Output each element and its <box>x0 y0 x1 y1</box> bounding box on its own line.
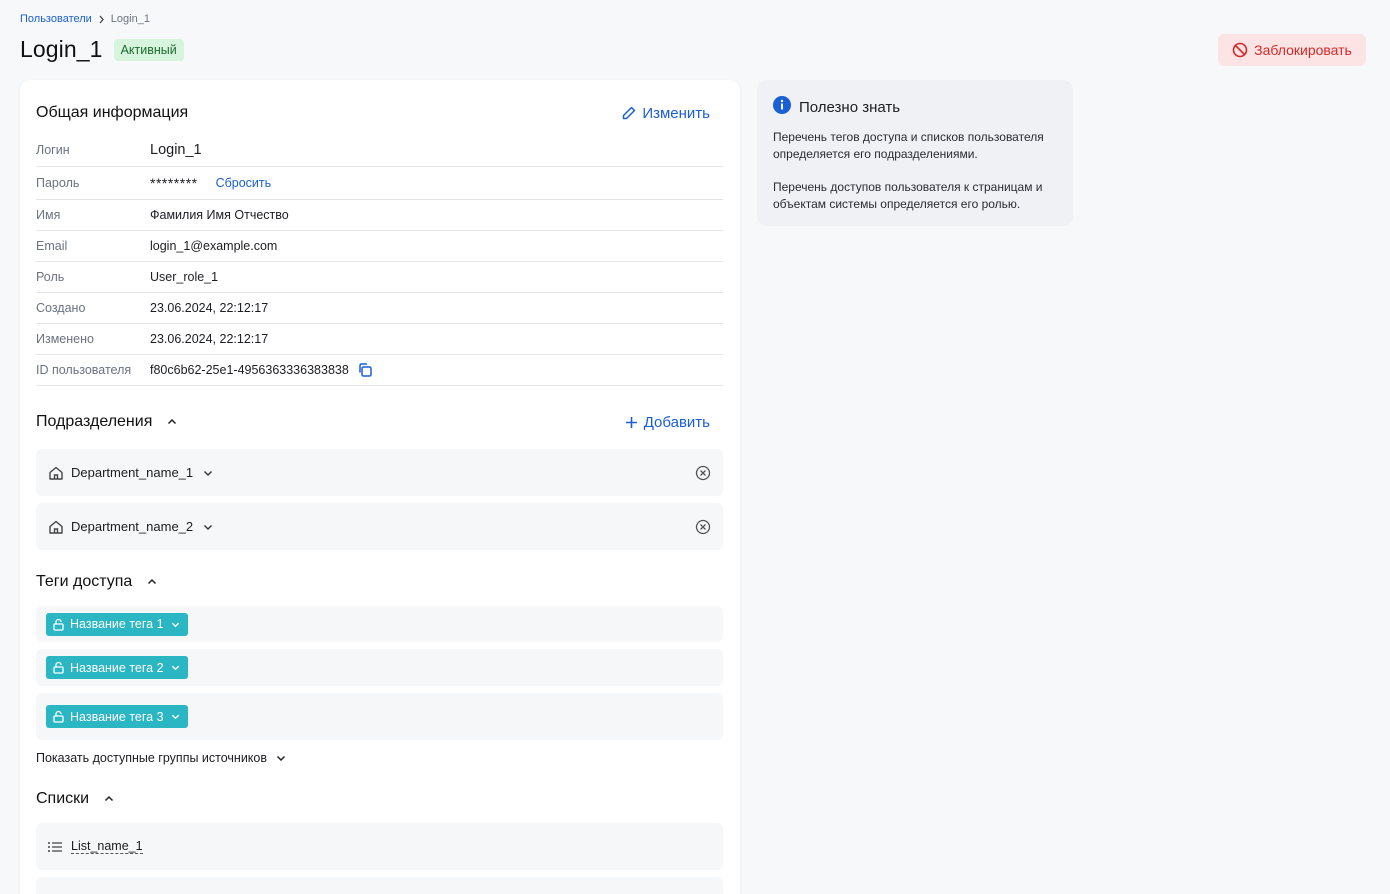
info-label: Логин <box>36 143 70 157</box>
breadcrumb-users-link[interactable]: Пользователи <box>20 13 92 25</box>
breadcrumb: Пользователи Login_1 <box>20 13 150 25</box>
tag-row: Название тега 2 <box>36 649 723 686</box>
info-label: Изменено <box>36 332 94 346</box>
info-label: ID пользователя <box>36 363 132 377</box>
info-row-modified: Изменено 23.06.2024, 22:12:17 <box>36 324 723 355</box>
info-value: 23.06.2024, 22:12:17 <box>150 301 269 315</box>
departments-header: Подразделения <box>36 413 178 431</box>
departments-title: Подразделения <box>36 413 153 430</box>
chevron-up-icon[interactable] <box>103 793 115 805</box>
info-label: Имя <box>36 208 61 222</box>
tag-chip[interactable]: Название тега 2 <box>46 656 188 679</box>
chevron-up-icon[interactable] <box>146 576 158 588</box>
remove-department-icon[interactable] <box>695 465 711 481</box>
tags-header: Теги доступа <box>36 573 158 591</box>
add-label: Добавить <box>643 414 710 431</box>
info-row-created: Создано 23.06.2024, 22:12:17 <box>36 293 723 324</box>
block-user-button[interactable]: Заблокировать <box>1218 34 1366 66</box>
chevron-right-icon <box>98 15 105 24</box>
chevron-down-icon[interactable] <box>202 521 214 533</box>
unlock-icon <box>52 618 65 631</box>
status-badge: Активный <box>113 38 184 61</box>
department-name: Department_name_2 <box>71 519 194 534</box>
page-title: Login_1 <box>20 36 103 62</box>
tag-row: Название тега 3 <box>36 693 723 740</box>
breadcrumb-current: Login_1 <box>110 13 150 25</box>
info-value: login_1@example.com <box>150 239 278 253</box>
tag-name: Название тега 3 <box>70 709 164 724</box>
add-department-button[interactable]: Добавить <box>625 414 710 431</box>
info-value: 23.06.2024, 22:12:17 <box>150 332 269 346</box>
info-panel-text: Перечень доступов пользователя к страниц… <box>773 180 1043 211</box>
chevron-down-icon[interactable] <box>202 467 214 479</box>
info-row-role: Роль User_role_1 <box>36 262 723 293</box>
tags-title: Теги доступа <box>36 573 133 590</box>
reset-password-link[interactable]: Сбросить <box>216 176 272 190</box>
info-label: Роль <box>36 270 65 284</box>
info-row-user-id: ID пользователя f80c6b62-25e1-4956363336… <box>36 355 723 386</box>
edit-button[interactable]: Изменить <box>621 105 710 122</box>
general-info-title: Общая информация <box>36 104 189 121</box>
remove-department-icon[interactable] <box>695 519 711 535</box>
user-id-value: f80c6b62-25e1-4956363336383838 <box>150 363 349 377</box>
department-name: Department_name_1 <box>71 465 194 480</box>
info-value: User_role_1 <box>150 270 219 284</box>
tag-row: Название тега 1 <box>36 606 723 642</box>
block-user-label: Заблокировать <box>1254 42 1352 58</box>
user-details-card: Общая информация Изменить Логин Login_1 … <box>20 80 740 894</box>
info-label: Пароль <box>36 176 80 190</box>
pencil-icon <box>621 105 637 121</box>
chevron-down-icon <box>170 619 181 630</box>
lists-header: Списки <box>36 790 115 808</box>
info-row-password: Пароль ******** Сбросить <box>36 167 723 200</box>
info-row-email: Email login_1@example.com <box>36 231 723 262</box>
list-name-link[interactable]: List_name_1 <box>71 839 143 854</box>
lists-title: Списки <box>36 790 90 807</box>
department-item: Department_name_2 <box>36 503 723 550</box>
general-info-header: Общая информация Изменить <box>36 104 724 122</box>
copy-icon[interactable] <box>357 362 373 378</box>
chevron-down-icon <box>275 752 287 764</box>
show-source-groups-toggle[interactable]: Показать доступные группы источников <box>36 751 287 765</box>
home-icon <box>48 519 64 535</box>
info-icon <box>773 96 791 119</box>
info-panel: Полезно знать Перечень тегов доступа и с… <box>757 80 1073 226</box>
info-value: Фамилия Имя Отчество <box>150 208 289 222</box>
show-source-groups-label: Показать доступные группы источников <box>36 751 268 765</box>
tag-name: Название тега 1 <box>70 617 164 631</box>
edit-label: Изменить <box>642 104 710 122</box>
plus-icon <box>625 416 638 429</box>
tag-name: Название тега 2 <box>70 660 164 675</box>
tag-chip[interactable]: Название тега 1 <box>46 612 188 636</box>
unlock-icon <box>52 661 65 674</box>
block-icon <box>1232 42 1248 58</box>
list-item: List_name_1 <box>36 823 723 870</box>
home-icon <box>48 465 64 481</box>
info-label: Email <box>36 239 68 253</box>
list-icon <box>47 840 63 854</box>
info-row-name: Имя Фамилия Имя Отчество <box>36 200 723 231</box>
password-mask: ******** <box>150 175 198 191</box>
tag-chip[interactable]: Название тега 3 <box>46 705 188 728</box>
chevron-down-icon <box>170 662 181 673</box>
list-item-placeholder <box>36 877 723 894</box>
chevron-up-icon[interactable] <box>166 416 178 428</box>
chevron-down-icon <box>170 711 181 722</box>
info-label: Создано <box>36 301 86 315</box>
info-value: Login_1 <box>150 142 202 158</box>
info-panel-title: Полезно знать <box>799 99 901 116</box>
page-header: Login_1 Активный <box>20 36 184 63</box>
info-panel-text: Перечень тегов доступа и списков пользов… <box>773 130 1044 161</box>
general-info-table: Логин Login_1 Пароль ******** Сбросить И… <box>36 134 723 386</box>
info-row-login: Логин Login_1 <box>36 134 723 167</box>
department-item: Department_name_1 <box>36 449 723 496</box>
unlock-icon <box>52 710 65 723</box>
